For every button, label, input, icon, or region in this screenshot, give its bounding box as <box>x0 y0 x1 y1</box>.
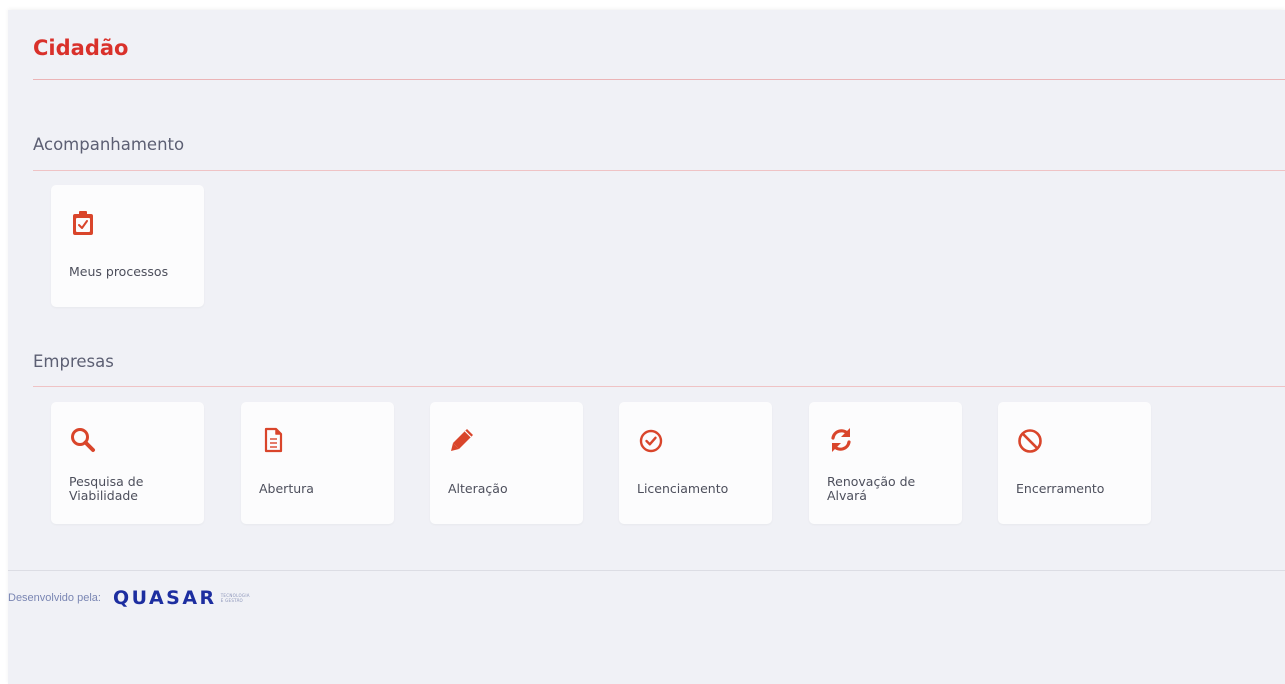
clipboard-check-icon <box>73 211 93 235</box>
refresh-icon <box>831 428 851 452</box>
footer-credit-text: Desenvolvido pela: <box>8 592 101 604</box>
pencil-icon <box>451 429 473 451</box>
footer: Desenvolvido pela: QUASAR TECNOLOGIA E G… <box>8 586 250 610</box>
card-licenciamento[interactable]: Licenciamento <box>619 402 772 524</box>
card-pesquisa-de-viabilidade[interactable]: Pesquisa de Viabilidade <box>51 402 204 524</box>
section-divider-empresas <box>33 386 1285 387</box>
card-alteracao[interactable]: Alteração <box>430 402 583 524</box>
brand-tagline: TECNOLOGIA E GESTÃO <box>221 593 250 603</box>
card-label: Meus processos <box>69 264 169 279</box>
brand-tagline-line2: E GESTÃO <box>220 598 243 603</box>
card-label: Encerramento <box>1016 481 1105 496</box>
check-circle-icon <box>639 429 663 453</box>
page-container: Cidadão Acompanhamento Meus processos Em… <box>8 10 1285 684</box>
card-renovacao-de-alvara[interactable]: Renovação de Alvará <box>809 402 962 524</box>
section-heading-acompanhamento: Acompanhamento <box>33 135 185 154</box>
footer-divider <box>8 570 1285 571</box>
section-divider-acompanhamento <box>33 170 1285 171</box>
brand-name: QUASAR <box>112 587 217 609</box>
title-divider <box>33 79 1285 80</box>
section-heading-empresas: Empresas <box>33 352 114 371</box>
page-title: Cidadão <box>33 36 129 60</box>
card-label: Licenciamento <box>637 481 729 496</box>
card-label: Renovação de Alvará <box>827 474 916 503</box>
search-icon <box>71 428 95 452</box>
quasar-logo[interactable]: QUASAR TECNOLOGIA E GESTÃO <box>113 587 250 609</box>
card-abertura[interactable]: Abertura <box>241 402 394 524</box>
card-meus-processos[interactable]: Meus processos <box>51 185 204 307</box>
card-label: Pesquisa de Viabilidade <box>69 474 144 503</box>
document-icon <box>264 427 283 453</box>
card-label: Alteração <box>448 481 508 496</box>
ban-icon <box>1018 429 1042 453</box>
card-encerramento[interactable]: Encerramento <box>998 402 1151 524</box>
card-label: Abertura <box>259 481 314 496</box>
